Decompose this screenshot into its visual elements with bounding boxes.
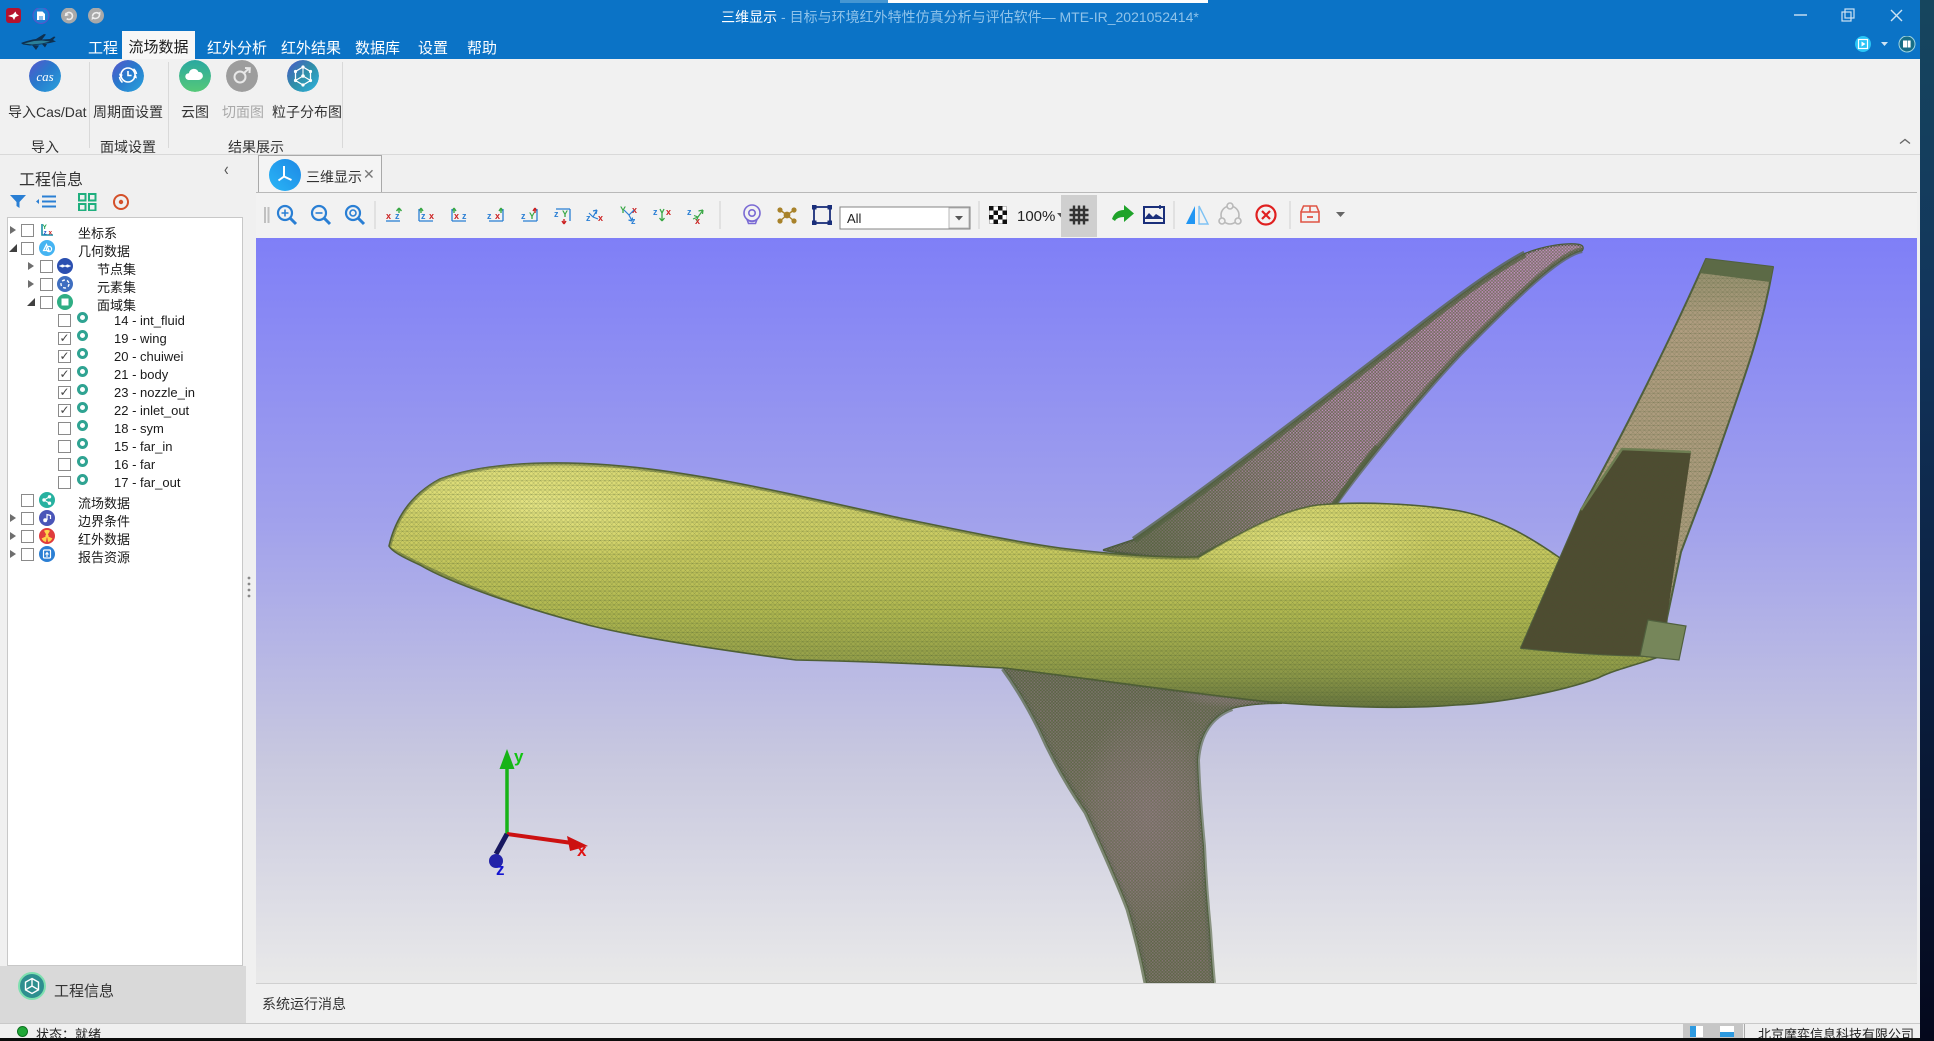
svg-text:z: z — [421, 211, 426, 221]
svg-text:Y: Y — [620, 205, 626, 215]
svg-text:x: x — [429, 211, 434, 221]
svg-text:x: x — [495, 211, 500, 221]
svg-text:z: z — [487, 211, 492, 221]
svg-text:x: x — [666, 207, 671, 217]
svg-text:cas: cas — [36, 69, 53, 84]
svg-text:z: z — [496, 860, 505, 879]
svg-text:x: x — [386, 211, 391, 221]
svg-text:z: z — [631, 216, 636, 226]
svg-text:x: x — [598, 213, 603, 223]
svg-text:y: y — [514, 747, 524, 766]
svg-text:z: z — [687, 207, 692, 217]
svg-text:z: z — [653, 207, 658, 217]
svg-text:100%: 100% — [1017, 208, 1055, 225]
svg-text:x: x — [577, 841, 587, 860]
svg-text:Y: Y — [562, 209, 568, 219]
svg-text:x: x — [49, 230, 53, 237]
svg-text:x: x — [632, 205, 637, 215]
svg-text:x: x — [454, 211, 459, 221]
svg-text:Y: Y — [529, 211, 535, 221]
svg-text:All: All — [847, 211, 862, 226]
svg-text:z: z — [521, 211, 526, 221]
svg-text:z: z — [554, 209, 559, 219]
svg-text:z: z — [462, 211, 467, 221]
